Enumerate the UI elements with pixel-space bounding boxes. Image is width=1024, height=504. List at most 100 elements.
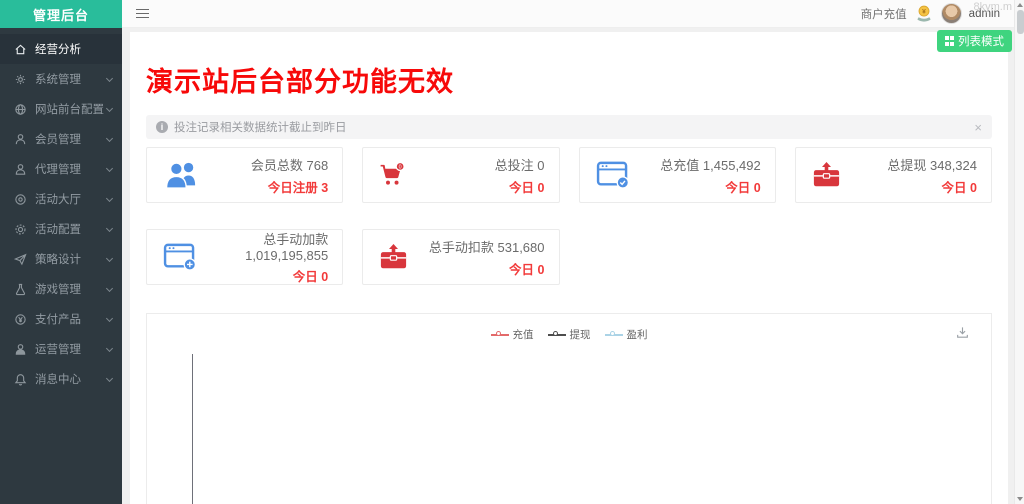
sidebar-item-system[interactable]: 系统管理 — [0, 64, 122, 94]
sidebar-item-strategy[interactable]: 策略设计 — [0, 244, 122, 274]
stat-today-value: 0 — [321, 270, 328, 284]
stat-today-label: 今日注册 — [268, 181, 318, 195]
chevron-down-icon — [106, 165, 113, 172]
stat-label: 总充值 — [660, 158, 699, 173]
chevron-down-icon — [106, 285, 113, 292]
content-panel: 演示站后台部分功能无效 i 投注记录相关数据统计截止到昨日 × 会员总数 768… — [130, 32, 1008, 504]
stat-today-label: 今日 — [509, 181, 534, 195]
stat-value: 1,455,492 — [703, 158, 761, 173]
chevron-down-icon — [106, 345, 113, 352]
sidebar-item-label: 活动大厅 — [35, 191, 81, 207]
sidebar-item-site-config[interactable]: 网站前台配置 — [0, 94, 122, 124]
stat-today-label: 今日 — [293, 270, 318, 284]
system-gear-icon — [14, 73, 27, 86]
sidebar-item-label: 代理管理 — [35, 161, 81, 177]
site-globe-icon — [14, 103, 27, 116]
stat-label: 总手动加款 — [263, 232, 328, 247]
stat-today-value: 0 — [538, 263, 545, 277]
vertical-scrollbar[interactable] — [1014, 0, 1024, 504]
legend-item-withdraw[interactable]: 提现 — [548, 327, 591, 342]
demo-warning-title: 演示站后台部分功能无效 — [146, 60, 992, 99]
notice-bar: i 投注记录相关数据统计截止到昨日 × — [146, 115, 992, 139]
window-badge-icon — [163, 243, 203, 271]
chevron-down-icon — [106, 105, 113, 112]
sidebar-item-label: 活动配置 — [35, 221, 81, 237]
game-flask-icon — [14, 283, 27, 296]
user-avatar[interactable] — [941, 3, 962, 24]
sidebar-item-label: 消息中心 — [35, 371, 81, 387]
top-header: 商户充值 ¥ admin — [122, 0, 1014, 28]
stat-today-label: 今日 — [725, 181, 750, 195]
line-marker-icon — [548, 331, 566, 339]
stat-today-value: 0 — [538, 181, 545, 195]
stat-today-value: 0 — [754, 181, 761, 195]
chevron-down-icon — [106, 75, 113, 82]
strategy-plane-icon — [14, 253, 27, 266]
merchant-recharge-link[interactable]: 商户充值 — [861, 6, 907, 22]
notice-close-icon[interactable]: × — [974, 121, 982, 134]
users-icon — [163, 160, 203, 190]
window-badge-icon — [596, 161, 636, 189]
chevron-down-icon — [106, 255, 113, 262]
sidebar-toggle-icon[interactable] — [122, 0, 162, 28]
sidebar-item-label: 网站前台配置 — [35, 101, 104, 117]
sidebar-item-label: 策略设计 — [35, 251, 81, 267]
member-user-icon — [14, 133, 27, 146]
sidebar-item-messages[interactable]: 消息中心 — [0, 364, 122, 394]
legend-label: 盈利 — [627, 327, 648, 342]
sidebar-item-agents[interactable]: 代理管理 — [0, 154, 122, 184]
stat-card-manual-deduct: 总手动扣款 531,680 今日 0 — [362, 229, 559, 285]
activity-config-icon — [14, 223, 27, 236]
dashboard-icon — [14, 43, 27, 56]
chevron-down-icon — [106, 225, 113, 232]
stat-today-label: 今日 — [942, 181, 967, 195]
chart-y-axis — [192, 354, 193, 504]
stat-label: 总投注 — [495, 158, 534, 173]
sidebar-item-games[interactable]: 游戏管理 — [0, 274, 122, 304]
stat-value: 0 — [537, 158, 544, 173]
list-mode-button[interactable]: 列表模式 — [937, 30, 1013, 52]
info-icon: i — [156, 121, 168, 133]
sidebar-item-label: 系统管理 — [35, 71, 81, 87]
sidebar: 管理后台 经营分析 系统管理 网站前台配置 会员管理 代理管理 — [0, 0, 122, 504]
username-label[interactable]: admin — [969, 8, 1000, 20]
scroll-up-icon[interactable] — [1016, 0, 1024, 10]
sidebar-item-label: 会员管理 — [35, 131, 81, 147]
svg-text:¥: ¥ — [922, 8, 926, 15]
svg-text:0: 0 — [399, 165, 402, 171]
chart-legend: 充值 提现 盈利 — [147, 314, 991, 342]
legend-item-profit[interactable]: 盈利 — [605, 327, 648, 342]
sidebar-item-operations[interactable]: 运营管理 — [0, 334, 122, 364]
scroll-down-icon[interactable] — [1016, 494, 1024, 504]
legend-item-recharge[interactable]: 充值 — [491, 327, 534, 342]
stat-today-value: 3 — [321, 181, 328, 195]
list-mode-label: 列表模式 — [958, 33, 1004, 49]
chevron-down-icon — [106, 135, 113, 142]
coin-hand-icon[interactable]: ¥ — [914, 4, 934, 24]
sidebar-item-members[interactable]: 会员管理 — [0, 124, 122, 154]
sidebar-item-business-analysis[interactable]: 经营分析 — [0, 34, 122, 64]
stat-label: 会员总数 — [251, 158, 303, 173]
line-marker-icon — [491, 331, 509, 339]
activity-hall-icon — [14, 193, 27, 206]
chevron-down-icon — [106, 375, 113, 382]
legend-label: 充值 — [513, 327, 534, 342]
stat-today-value: 0 — [970, 181, 977, 195]
stat-value: 531,680 — [498, 240, 545, 255]
sidebar-item-activity-hall[interactable]: 活动大厅 — [0, 184, 122, 214]
main-content: 演示站后台部分功能无效 i 投注记录相关数据统计截止到昨日 × 会员总数 768… — [122, 28, 1014, 504]
scrollbar-thumb[interactable] — [1017, 10, 1024, 34]
sidebar-item-label: 游戏管理 — [35, 281, 81, 297]
stats-grid: 会员总数 768 今日注册 3 0 总投注 0 今日 0 — [146, 147, 992, 285]
message-bell-icon — [14, 373, 27, 386]
legend-label: 提现 — [570, 327, 591, 342]
sidebar-item-label: 经营分析 — [35, 41, 81, 57]
stat-value: 1,019,195,855 — [245, 248, 328, 263]
sidebar-item-payment[interactable]: 支付产品 — [0, 304, 122, 334]
payment-icon — [14, 313, 27, 326]
stat-label: 总提现 — [887, 158, 926, 173]
line-marker-icon — [605, 331, 623, 339]
sidebar-item-activity-config[interactable]: 活动配置 — [0, 214, 122, 244]
stat-today-label: 今日 — [509, 263, 534, 277]
download-chart-icon[interactable] — [956, 326, 969, 339]
